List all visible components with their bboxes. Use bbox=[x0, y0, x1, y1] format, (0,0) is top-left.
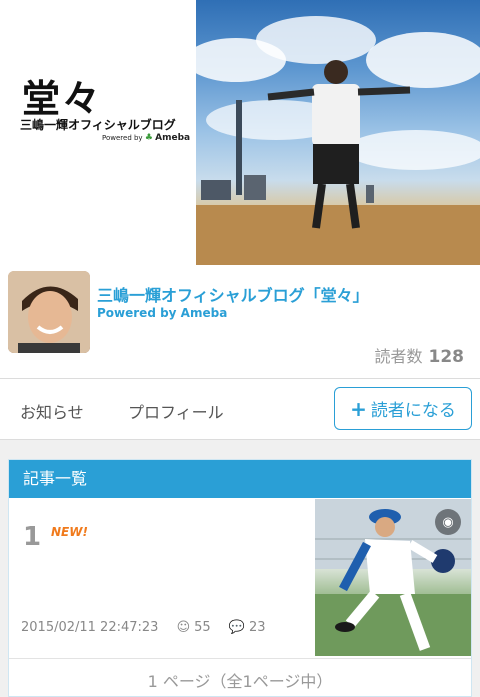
logo-powered-by: Powered by ♣ Ameba bbox=[102, 133, 190, 143]
entry-thumbnail[interactable]: ◉ bbox=[315, 499, 471, 656]
avatar-photo-icon bbox=[8, 271, 90, 353]
blog-nav: お知らせ プロフィール + 読者になる bbox=[0, 379, 480, 439]
entry-meta: 2015/02/11 22:47:23 ☺ 55 💬 23 bbox=[21, 620, 266, 635]
comment-count: 23 bbox=[249, 620, 266, 635]
blog-logo: 堂々 三嶋一輝オフィシャルブログ Powered by ♣ Ameba bbox=[0, 0, 196, 265]
list-item[interactable]: 1 NEW! 2015/02/11 22:47:23 ☺ 55 💬 23 ◉ bbox=[9, 498, 471, 658]
article-list-header: 記事一覧 bbox=[9, 460, 471, 498]
follow-button[interactable]: + 読者になる bbox=[334, 387, 472, 430]
follow-button-label: 読者になる bbox=[370, 401, 456, 421]
logo-powered-brand: Ameba bbox=[155, 133, 191, 143]
blog-title[interactable]: 三嶋一輝オフィシャルブログ「堂々」 bbox=[97, 282, 369, 306]
header-photo bbox=[196, 0, 480, 265]
nav-news-link[interactable]: お知らせ bbox=[20, 399, 84, 423]
readers-count[interactable]: 読者数 128 bbox=[374, 343, 464, 367]
like-count: 55 bbox=[194, 620, 211, 635]
entry-timestamp: 2015/02/11 22:47:23 bbox=[21, 620, 159, 635]
entry-number: 1 bbox=[23, 522, 42, 552]
readers-label: 読者数 bbox=[374, 347, 423, 366]
header-photo-illustration bbox=[196, 16, 480, 265]
new-badge: NEW! bbox=[51, 525, 88, 539]
readers-number: 128 bbox=[428, 347, 465, 367]
comment-icon: 💬 bbox=[228, 620, 246, 635]
avatar[interactable] bbox=[8, 271, 90, 353]
article-list: 記事一覧 1 NEW! 2015/02/11 22:47:23 ☺ 55 💬 23 bbox=[8, 459, 472, 697]
blog-header-banner[interactable]: 堂々 三嶋一輝オフィシャルブログ Powered by ♣ Ameba bbox=[0, 0, 480, 265]
blog-info: 三嶋一輝オフィシャルブログ「堂々」 Powered by Ameba 読者数 12… bbox=[0, 265, 480, 378]
logo-subtitle: 三嶋一輝オフィシャルブログ bbox=[20, 118, 176, 132]
powered-by-ameba[interactable]: Powered by Ameba bbox=[97, 306, 227, 320]
logo-title: 堂々 bbox=[22, 76, 103, 121]
ameba-leaf-icon: ♣ bbox=[144, 133, 153, 143]
nav-profile-link[interactable]: プロフィール bbox=[128, 399, 224, 423]
plus-icon: + bbox=[350, 396, 367, 421]
divider bbox=[9, 658, 471, 659]
camera-icon: ◉ bbox=[435, 509, 461, 535]
pagination: 1 ページ（全1ページ中） bbox=[147, 672, 333, 691]
smile-icon: ☺ bbox=[176, 620, 191, 635]
logo-powered-prefix: Powered by bbox=[102, 134, 143, 142]
